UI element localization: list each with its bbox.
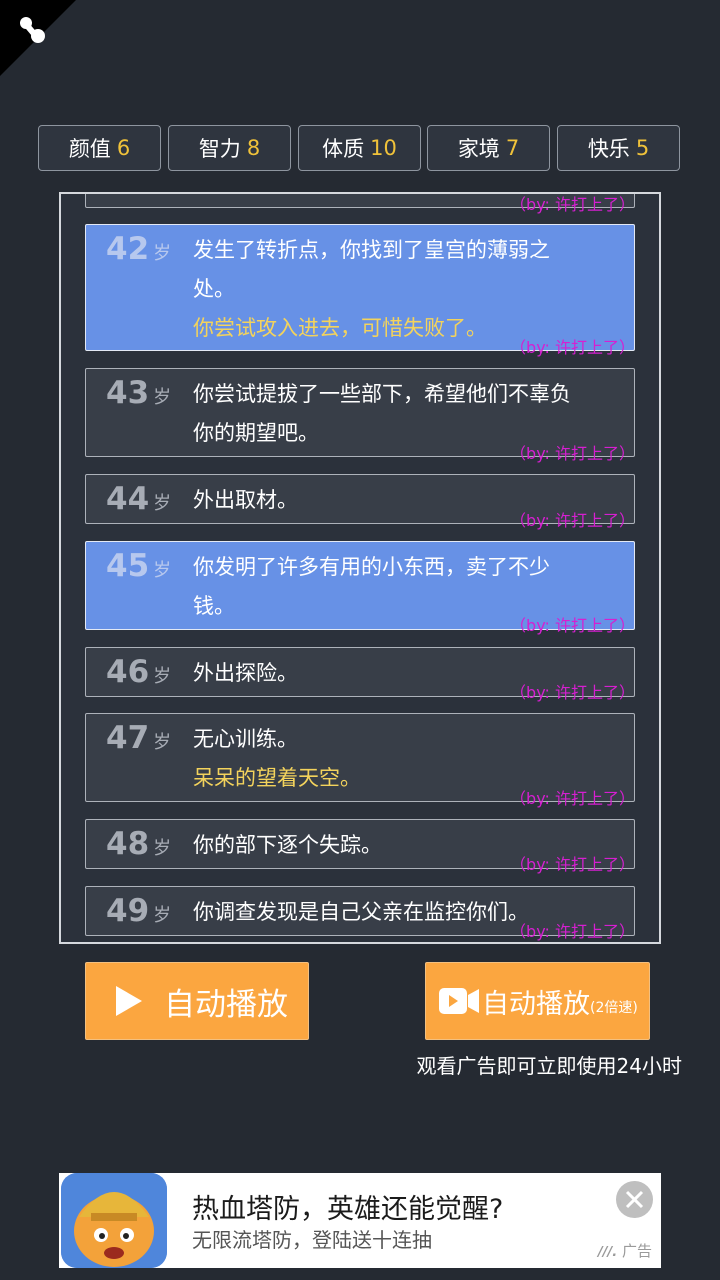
- watermark: （by: 许打上了）: [510, 511, 635, 530]
- video-camera-icon: [439, 988, 479, 1014]
- event-age: 44: [106, 481, 150, 517]
- event-text: 钱。: [193, 594, 235, 618]
- auto-play-button[interactable]: 自动播放: [85, 962, 309, 1040]
- stat-value: 10: [370, 136, 397, 160]
- event-age: 49: [106, 893, 150, 929]
- auto-play-fast-label: 自动播放: [482, 988, 590, 1020]
- life-event-list[interactable]: （by: 许打上了） 42 岁 发生了转折点，你找到了皇宫的薄弱之 处。 你尝试攻入进…: [59, 192, 661, 944]
- event-age: 47: [106, 720, 150, 756]
- stat-intelligence: 智力 8: [168, 125, 291, 171]
- attribute-bar: 颜值 6 智力 8 体质 10 家境 7 快乐 5: [38, 125, 682, 173]
- stat-label: 智力: [198, 137, 241, 161]
- stat-happiness: 快乐 5: [557, 125, 680, 171]
- event-text: 外出取材。: [193, 488, 298, 512]
- watermark: （by: 许打上了）: [510, 444, 635, 463]
- stat-label: 快乐: [587, 137, 630, 161]
- watermark: （by: 许打上了）: [510, 195, 635, 214]
- event-text: 你的期望吧。: [193, 421, 319, 445]
- ad-logo-icon: ///.: [598, 1245, 618, 1260]
- list-item: 42 岁 发生了转折点，你找到了皇宫的薄弱之 处。 你尝试攻入进去，可惜失败了。: [85, 224, 635, 351]
- watermark: （by: 许打上了）: [510, 616, 635, 635]
- event-text: 处。: [193, 277, 235, 301]
- event-text: 你发明了许多有用的小东西，卖了不少: [193, 555, 550, 579]
- close-icon[interactable]: [616, 1181, 653, 1218]
- event-text: 你尝试提拔了一些部下，希望他们不辜负: [193, 382, 571, 406]
- play-icon: [116, 986, 142, 1016]
- event-age: 46: [106, 654, 150, 690]
- event-age: 42: [106, 231, 150, 267]
- ad-subtitle[interactable]: 无限流塔防，登陆送十连抽: [192, 1224, 432, 1253]
- auto-play-label: 自动播放: [164, 986, 288, 1023]
- stat-constitution: 体质 10: [298, 125, 421, 171]
- watermark: （by: 许打上了）: [510, 855, 635, 874]
- age-unit: 岁: [153, 666, 172, 687]
- watermark: （by: 许打上了）: [510, 683, 635, 702]
- event-text: 外出探险。: [193, 661, 298, 685]
- stat-label: 体质: [322, 137, 365, 161]
- age-unit: 岁: [153, 243, 172, 264]
- age-unit: 岁: [153, 905, 172, 926]
- stat-value: 6: [116, 136, 131, 160]
- share-icon[interactable]: [16, 14, 48, 46]
- event-text: 你的部下逐个失踪。: [193, 833, 382, 857]
- age-unit: 岁: [153, 493, 172, 514]
- ad-app-icon[interactable]: [61, 1173, 167, 1268]
- stat-value: 5: [635, 136, 650, 160]
- age-unit: 岁: [153, 838, 172, 859]
- event-text: 你调查发现是自己父亲在监控你们。: [193, 900, 529, 924]
- stat-label: 家境: [457, 137, 500, 161]
- stat-value: 7: [505, 136, 520, 160]
- event-age: 45: [106, 548, 150, 584]
- event-age: 48: [106, 826, 150, 862]
- event-text: 无心训练。: [193, 727, 298, 751]
- watermark: （by: 许打上了）: [510, 789, 635, 808]
- age-unit: 岁: [153, 560, 172, 581]
- event-age: 43: [106, 375, 150, 411]
- auto-play-fast-button[interactable]: 自动播放 (2倍速): [425, 962, 650, 1040]
- ad-title[interactable]: 热血塔防，英雄还能觉醒?: [192, 1187, 503, 1226]
- ad-label: ///. 广告: [598, 1240, 652, 1261]
- age-unit: 岁: [153, 732, 172, 753]
- speed-label: (2倍速): [590, 1000, 638, 1016]
- watermark: （by: 许打上了）: [510, 922, 635, 941]
- ad-hint-text: 观看广告即可立即使用24小时: [416, 1054, 682, 1078]
- stat-appearance: 颜值 6: [38, 125, 161, 171]
- watermark: （by: 许打上了）: [510, 338, 635, 357]
- stat-label: 颜值: [68, 137, 111, 161]
- age-unit: 岁: [153, 387, 172, 408]
- stat-family: 家境 7: [427, 125, 550, 171]
- event-text: 发生了转折点，你找到了皇宫的薄弱之: [193, 238, 550, 262]
- ad-banner[interactable]: 热血塔防，英雄还能觉醒? 无限流塔防，登陆送十连抽 ///. 广告: [59, 1173, 661, 1268]
- ad-tag-text: 广告: [621, 1242, 652, 1260]
- stat-value: 8: [246, 136, 261, 160]
